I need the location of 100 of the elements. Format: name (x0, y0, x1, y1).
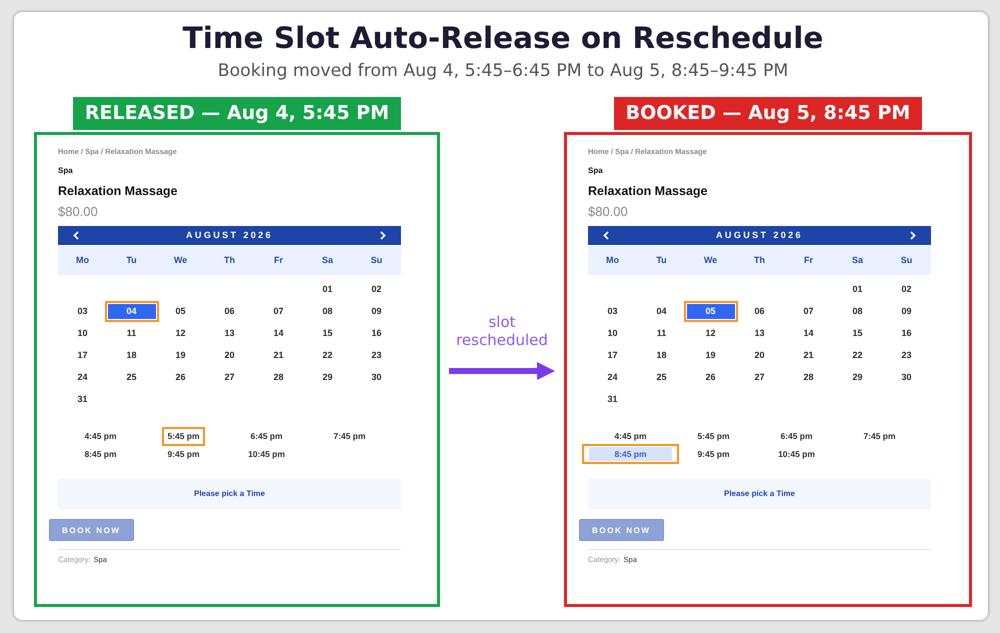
time-slot[interactable]: 9:45 pm (165, 448, 202, 460)
calendar-day[interactable]: 31 (606, 392, 618, 406)
product-title: Relaxation Massage (588, 184, 708, 199)
weekday-label: Sa (852, 255, 863, 266)
calendar-day[interactable]: 05 (174, 304, 186, 318)
time-slot[interactable]: 5:45 pm (695, 430, 732, 442)
calendar-day[interactable]: 29 (321, 370, 334, 384)
chevron-left-icon[interactable] (603, 231, 609, 240)
calendar-day[interactable]: 01 (851, 282, 864, 296)
calendar-day[interactable]: 22 (321, 348, 334, 362)
category-heading: Spa (58, 166, 73, 176)
calendar-day[interactable]: 20 (223, 348, 236, 362)
time-slot[interactable]: 6:45 pm (778, 430, 815, 442)
calendar-day[interactable]: 19 (704, 348, 716, 362)
chevron-left-icon[interactable] (73, 231, 79, 240)
weekday-label: Mo (76, 255, 89, 266)
calendar-day[interactable]: 08 (851, 304, 864, 318)
weekday-label: Tu (656, 255, 667, 266)
calendar-day[interactable]: 16 (900, 326, 912, 340)
calendar-day[interactable]: 25 (125, 370, 138, 384)
calendar-day[interactable]: 27 (223, 370, 236, 384)
diagram-subtitle: Booking moved from Aug 4, 5:45–6:45 PM to Aug 5, 8:45–9:45 PM (218, 61, 788, 81)
time-slot[interactable]: 10:45 pm (776, 448, 817, 460)
transition-label: slot rescheduled (455, 313, 549, 349)
calendar-day[interactable]: 30 (900, 370, 912, 384)
calendar-day[interactable]: 09 (900, 304, 912, 318)
calendar-day[interactable]: 15 (321, 326, 334, 340)
time-slot[interactable]: 7:45 pm (331, 430, 368, 442)
calendar-day[interactable]: 03 (606, 304, 618, 318)
calendar-day[interactable]: 14 (272, 326, 284, 340)
calendar-day[interactable]: 24 (606, 370, 618, 384)
category-heading: Spa (588, 166, 603, 176)
calendar-day[interactable]: 22 (851, 348, 864, 362)
time-slot[interactable]: 10:45 pm (246, 448, 287, 460)
calendar-day[interactable]: 02 (900, 282, 912, 296)
time-prompt: Please pick a Time (58, 479, 401, 509)
calendar-day[interactable]: 26 (704, 370, 716, 384)
calendar-day[interactable]: 24 (76, 370, 88, 384)
calendar-day[interactable]: 18 (125, 348, 138, 362)
calendar-day[interactable]: 29 (851, 370, 864, 384)
time-slot[interactable]: 6:45 pm (248, 430, 285, 442)
calendar-day[interactable]: 10 (76, 326, 88, 340)
calendar-day[interactable]: 06 (223, 304, 236, 318)
calendar-day[interactable]: 08 (321, 304, 334, 318)
calendar-day[interactable]: 26 (174, 370, 186, 384)
calendar-day[interactable]: 10 (606, 326, 618, 340)
product-title: Relaxation Massage (58, 184, 178, 199)
price: $80.00 (58, 204, 98, 220)
calendar-day[interactable]: 20 (753, 348, 766, 362)
calendar-day[interactable]: 12 (174, 326, 186, 340)
status-label: BOOKED — Aug 5, 8:45 PM (614, 97, 922, 130)
calendar-day[interactable]: 07 (802, 304, 814, 318)
calendar-day[interactable]: 12 (704, 326, 716, 340)
calendar-day[interactable]: 21 (272, 348, 284, 362)
calendar-day[interactable]: 01 (321, 282, 334, 296)
calendar-day[interactable]: 09 (370, 304, 382, 318)
status-label: RELEASED — Aug 4, 5:45 PM (72, 97, 402, 130)
calendar-day[interactable]: 11 (126, 326, 138, 340)
weekday-label: Mo (606, 255, 619, 266)
time-slot[interactable]: 4:45 pm (82, 430, 119, 442)
calendar-day[interactable]: 03 (76, 304, 88, 318)
calendar-day[interactable]: 14 (802, 326, 814, 340)
calendar-day[interactable]: 23 (900, 348, 912, 362)
weekday-label: Fr (804, 255, 813, 266)
calendar-day[interactable]: 25 (655, 370, 668, 384)
calendar-day[interactable]: 23 (370, 348, 382, 362)
time-slot[interactable]: 8:45 pm (82, 448, 119, 460)
calendar-day[interactable]: 13 (753, 326, 766, 340)
diagram-title: Time Slot Auto-Release on Reschedule (182, 21, 824, 55)
calendar-day[interactable]: 15 (851, 326, 864, 340)
chevron-right-icon[interactable] (910, 231, 916, 240)
calendar-day[interactable]: 21 (802, 348, 814, 362)
calendar-day[interactable]: 31 (76, 392, 88, 406)
time-slot[interactable]: 9:45 pm (695, 448, 732, 460)
weekday-label: Su (370, 255, 382, 266)
chevron-right-icon[interactable] (380, 231, 386, 240)
calendar-day[interactable]: 17 (606, 348, 618, 362)
calendar-day[interactable]: 02 (370, 282, 382, 296)
weekday-label: Su (900, 255, 912, 266)
calendar-day[interactable]: 16 (370, 326, 382, 340)
calendar-day[interactable]: 17 (76, 348, 88, 362)
calendar-day[interactable]: 05 (686, 304, 734, 318)
calendar-day[interactable]: 11 (656, 326, 668, 340)
time-slot[interactable]: 5:45 pm (165, 430, 202, 442)
calendar-day[interactable]: 30 (370, 370, 382, 384)
calendar-day[interactable]: 04 (108, 304, 156, 318)
calendar-day[interactable]: 07 (272, 304, 284, 318)
calendar-day[interactable]: 19 (174, 348, 186, 362)
calendar-day[interactable]: 06 (753, 304, 766, 318)
calendar-day[interactable]: 27 (753, 370, 766, 384)
calendar-day[interactable]: 18 (655, 348, 668, 362)
time-slot[interactable]: 8:45 pm (589, 447, 672, 461)
calendar-day[interactable]: 04 (655, 304, 668, 318)
time-slot[interactable]: 7:45 pm (861, 430, 898, 442)
calendar-day[interactable]: 28 (802, 370, 814, 384)
calendar-day[interactable]: 28 (272, 370, 284, 384)
weekday-label: We (704, 255, 718, 266)
weekday-label: Sa (322, 255, 333, 266)
time-slot[interactable]: 4:45 pm (612, 430, 649, 442)
calendar-day[interactable]: 13 (223, 326, 236, 340)
